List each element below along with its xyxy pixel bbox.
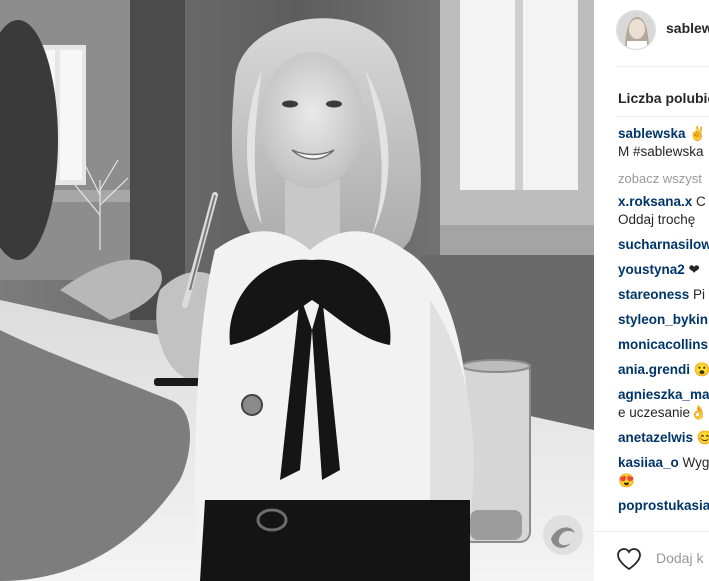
post-actions-bar: Dodaj k bbox=[594, 531, 709, 581]
watermark-logo-icon bbox=[543, 515, 583, 555]
post-author-username[interactable]: sablewska bbox=[666, 20, 709, 36]
comment-item: kasiiaa_o Wyg bbox=[618, 454, 709, 472]
comment-text: 😍 bbox=[618, 473, 635, 488]
instagram-post-view: sablewska Liczba polubie sablewska ✌ L M… bbox=[0, 0, 709, 581]
comment-username[interactable]: stareoness bbox=[618, 287, 689, 302]
comment-username[interactable]: kasiiaa_o bbox=[618, 455, 679, 470]
caption: sablewska ✌ L bbox=[618, 125, 709, 143]
comment-text: 😊 bbox=[696, 430, 709, 445]
likes-count[interactable]: Liczba polubie bbox=[618, 90, 709, 106]
comment-text: Oddaj trochę bbox=[618, 212, 696, 227]
heart-icon[interactable] bbox=[616, 547, 642, 571]
comment-item: sucharnasilow bbox=[618, 236, 709, 254]
comment-text: Wyg bbox=[678, 455, 709, 470]
add-comment-input[interactable]: Dodaj k bbox=[656, 550, 703, 566]
comment-text: C bbox=[692, 194, 706, 209]
comment-item: monicacollins bbox=[618, 336, 708, 354]
post-photo[interactable] bbox=[0, 0, 594, 581]
header-divider bbox=[616, 66, 709, 67]
comment-username[interactable]: styleon_bykin bbox=[618, 312, 708, 327]
post-header: sablewska bbox=[594, 0, 709, 62]
comment-item: x.roksana.x C bbox=[618, 193, 706, 211]
comment-item: ania.grendi 😮 bbox=[618, 361, 709, 379]
comment-text: ❤ bbox=[684, 262, 700, 277]
comment-text: Pi bbox=[689, 287, 706, 302]
comment-username[interactable]: x.roksana.x bbox=[618, 194, 692, 209]
comment-item-line2: e uczesanie👌 bbox=[618, 404, 707, 422]
avatar[interactable] bbox=[616, 10, 656, 50]
comment-item-line2: Oddaj trochę bbox=[618, 211, 695, 229]
caption-line2: M #sablewska bbox=[618, 143, 704, 161]
comment-item: stareoness Pi bbox=[618, 286, 705, 304]
comment-username[interactable]: agnieszka_ma bbox=[618, 387, 709, 402]
comment-username[interactable]: ania.grendi bbox=[618, 362, 690, 377]
caption-text: ✌ L bbox=[689, 126, 709, 141]
comment-username[interactable]: youstyna2 bbox=[618, 262, 685, 277]
comment-username[interactable]: poprostukasia bbox=[618, 498, 709, 513]
comments-panel: sablewska Liczba polubie sablewska ✌ L M… bbox=[594, 0, 709, 581]
caption-hashtag[interactable]: M #sablewska bbox=[618, 144, 704, 159]
view-all-comments-link[interactable]: zobacz wszyst bbox=[618, 170, 702, 188]
comment-item-line2: 😍 bbox=[618, 472, 635, 490]
comment-username[interactable]: monicacollins bbox=[618, 337, 708, 352]
comment-username[interactable]: sucharnasilow bbox=[618, 237, 709, 252]
caption-username[interactable]: sablewska bbox=[618, 126, 686, 141]
comment-item: styleon_bykin bbox=[618, 311, 708, 329]
comment-item: youstyna2 ❤ bbox=[618, 261, 700, 279]
comment-item: agnieszka_ma bbox=[618, 386, 709, 404]
comment-item: poprostukasia bbox=[618, 497, 709, 515]
comment-username[interactable]: anetazelwis bbox=[618, 430, 693, 445]
comment-text: 😮 bbox=[690, 362, 709, 377]
post-photo-image bbox=[0, 0, 594, 581]
comment-item: anetazelwis 😊 bbox=[618, 429, 709, 447]
likes-divider bbox=[616, 116, 709, 117]
avatar-image bbox=[617, 11, 655, 49]
comment-text: e uczesanie👌 bbox=[618, 405, 707, 420]
